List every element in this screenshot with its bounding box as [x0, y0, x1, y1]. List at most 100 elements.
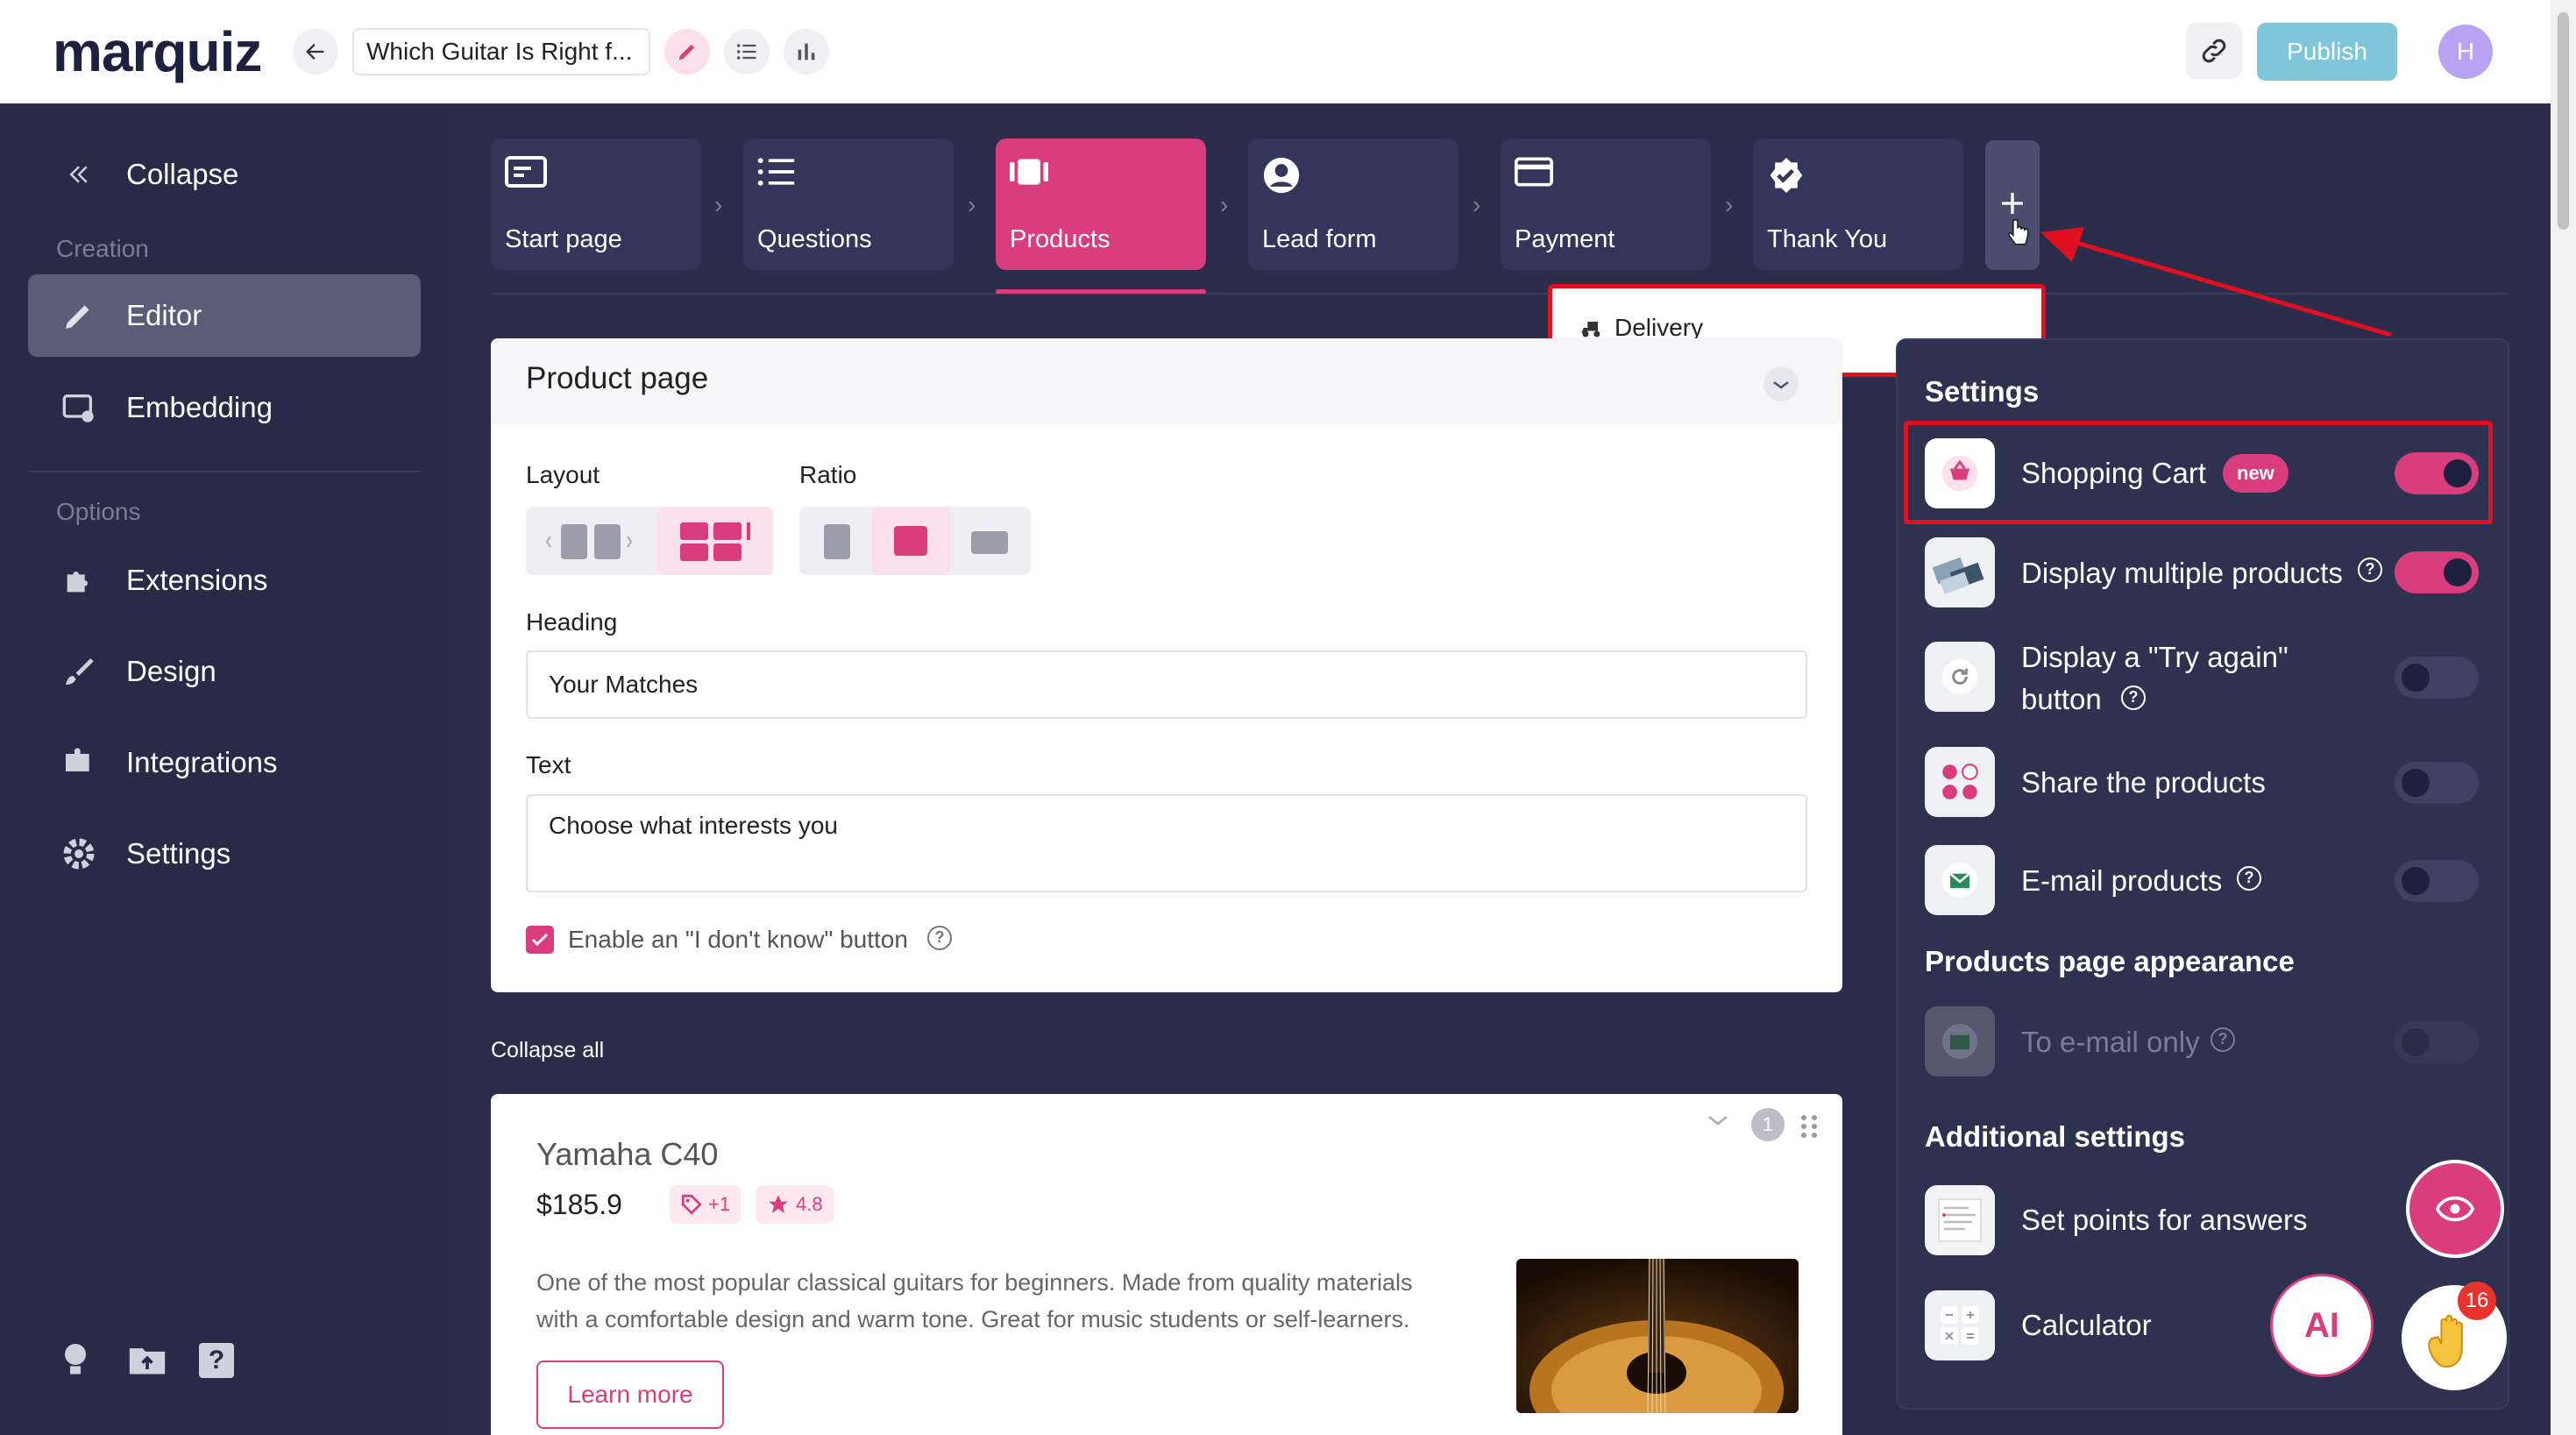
chevron-right-icon: ›: [1220, 191, 1229, 218]
calculator-icon: [1925, 1290, 1995, 1360]
chat-widget-button[interactable]: 16: [2402, 1282, 2507, 1390]
help-circle-icon[interactable]: ?: [2121, 686, 2146, 710]
publish-button[interactable]: Publish: [2257, 23, 2397, 81]
link-icon: [2202, 39, 2226, 63]
integration-icon: [58, 745, 100, 780]
tab-products[interactable]: Products: [996, 139, 1206, 270]
product-name[interactable]: Yamaha C40: [536, 1136, 718, 1173]
appearance-title: Products page appearance: [1925, 945, 2295, 977]
email-only-toggle[interactable]: [2395, 1021, 2479, 1063]
ratio-portrait-option[interactable]: [824, 524, 850, 559]
gear-icon: [58, 836, 100, 871]
edit-title-button[interactable]: [664, 29, 710, 75]
ratio-landscape-option[interactable]: [971, 531, 1008, 554]
shopping-cart-label: Shopping Cart: [2021, 457, 2206, 489]
email-only-label: To e-mail only: [2021, 1026, 2200, 1058]
rating-value: 4.8: [796, 1193, 823, 1215]
product-description: One of the most popular classical guitar…: [536, 1264, 1412, 1338]
card-icon: [1515, 156, 1553, 192]
share-toggle[interactable]: [2395, 762, 2479, 804]
hand-cursor-icon: [2008, 219, 2029, 245]
chevron-down-icon[interactable]: [1706, 1112, 1730, 1133]
section-creation: Creation: [56, 235, 149, 262]
toggle-knob: [2444, 558, 2472, 586]
tab-label: Thank You: [1767, 225, 1888, 253]
quiz-title[interactable]: Which Guitar Is Right f...: [352, 28, 650, 75]
email-only-icon: [1925, 1006, 1995, 1076]
email-products-label: E-mail products: [2021, 864, 2223, 897]
dont-know-checkbox[interactable]: [526, 926, 554, 954]
share-link-button[interactable]: [2186, 23, 2242, 79]
sidebar-item-editor[interactable]: Editor: [28, 274, 421, 357]
try-again-line: Display a "Try again": [2021, 641, 2289, 673]
tab-start-page[interactable]: Start page: [491, 139, 701, 270]
grid-layout-icon: [680, 522, 750, 561]
toggle-knob: [2402, 769, 2430, 797]
statistics-button[interactable]: [784, 29, 829, 75]
heading-input[interactable]: [526, 650, 1807, 719]
check-icon: [531, 933, 549, 947]
logo[interactable]: marquiz: [53, 19, 262, 84]
layout-carousel-option[interactable]: [545, 522, 633, 565]
tab-payment[interactable]: Payment: [1501, 139, 1711, 270]
collapse-label: Collapse: [126, 158, 239, 190]
avatar[interactable]: H: [2438, 25, 2493, 79]
sidebar-item-settings[interactable]: Settings: [28, 813, 421, 895]
sidebar-item-integrations[interactable]: Integrations: [28, 721, 421, 804]
display-multiple-toggle[interactable]: [2395, 551, 2479, 593]
sidebar-item-embedding[interactable]: Embedding: [28, 366, 421, 449]
help-icon[interactable]: ?: [199, 1343, 234, 1378]
ratio-label: Ratio: [799, 461, 857, 488]
tab-lead-form[interactable]: Lead form: [1248, 139, 1458, 270]
product-tags-badge[interactable]: +1: [670, 1185, 742, 1224]
product-price[interactable]: $185.9: [536, 1189, 622, 1221]
list-icon: [736, 44, 756, 60]
scrollbar-track[interactable]: [2551, 0, 2576, 1435]
chevron-up-icon: [1773, 381, 1789, 389]
back-button[interactable]: [293, 29, 338, 75]
add-step-button[interactable]: [1985, 140, 2040, 270]
folder-upload-icon[interactable]: [128, 1343, 167, 1381]
new-badge: new: [2223, 454, 2289, 493]
text-textarea[interactable]: Choose what interests you: [526, 794, 1807, 892]
try-again-toggle[interactable]: [2395, 657, 2479, 699]
learn-more-button[interactable]: Learn more: [536, 1360, 724, 1429]
collapse-card-button[interactable]: [1763, 366, 1799, 401]
sidebar-item-extensions[interactable]: Extensions: [28, 539, 421, 622]
points-label[interactable]: Set points for answers: [2021, 1199, 2308, 1241]
preview-button[interactable]: [2406, 1160, 2504, 1258]
drag-handle-icon[interactable]: [1799, 1113, 1820, 1144]
scrollbar-thumb[interactable]: [2558, 12, 2569, 230]
ai-assistant-button[interactable]: AI: [2270, 1274, 2374, 1377]
questions-list-button[interactable]: [724, 29, 770, 75]
settings-title: Settings: [1925, 375, 2040, 408]
product-image[interactable]: [1516, 1259, 1799, 1413]
lightbulb-icon[interactable]: [60, 1341, 91, 1382]
chevron-right-icon: ›: [968, 191, 976, 218]
ratio-square-option[interactable]: [871, 507, 950, 575]
sidebar-item-label: Design: [126, 655, 216, 687]
try-again-label: Display a "Try again" button: [2021, 636, 2289, 721]
sidebar-item-design[interactable]: Design: [28, 630, 421, 713]
collapse-button[interactable]: Collapse: [28, 133, 421, 216]
product-rating-badge[interactable]: 4.8: [756, 1185, 834, 1224]
pencil-icon: [58, 298, 100, 333]
toggle-knob: [2402, 1028, 2430, 1056]
heading-label: Heading: [526, 608, 618, 636]
collapse-all-link[interactable]: Collapse all: [491, 1038, 604, 1063]
list-icon: [757, 156, 796, 192]
toggle-knob: [2402, 867, 2430, 895]
calculator-label[interactable]: Calculator: [2021, 1304, 2152, 1346]
star-icon: [769, 1195, 788, 1213]
help-circle-icon[interactable]: ?: [2358, 558, 2382, 582]
tab-label: Questions: [757, 225, 872, 253]
help-circle-icon[interactable]: ?: [927, 926, 952, 950]
tab-thank-you[interactable]: Thank You: [1753, 139, 1963, 270]
help-circle-icon[interactable]: ?: [2237, 866, 2261, 891]
email-products-toggle[interactable]: [2395, 860, 2479, 902]
double-chevron-left-icon: [58, 161, 100, 188]
shopping-cart-toggle[interactable]: [2395, 452, 2479, 494]
tab-questions[interactable]: Questions: [743, 139, 954, 270]
description-line: with a comfortable design and warm tone.…: [536, 1306, 1410, 1332]
layout-grid-option[interactable]: [657, 507, 773, 575]
